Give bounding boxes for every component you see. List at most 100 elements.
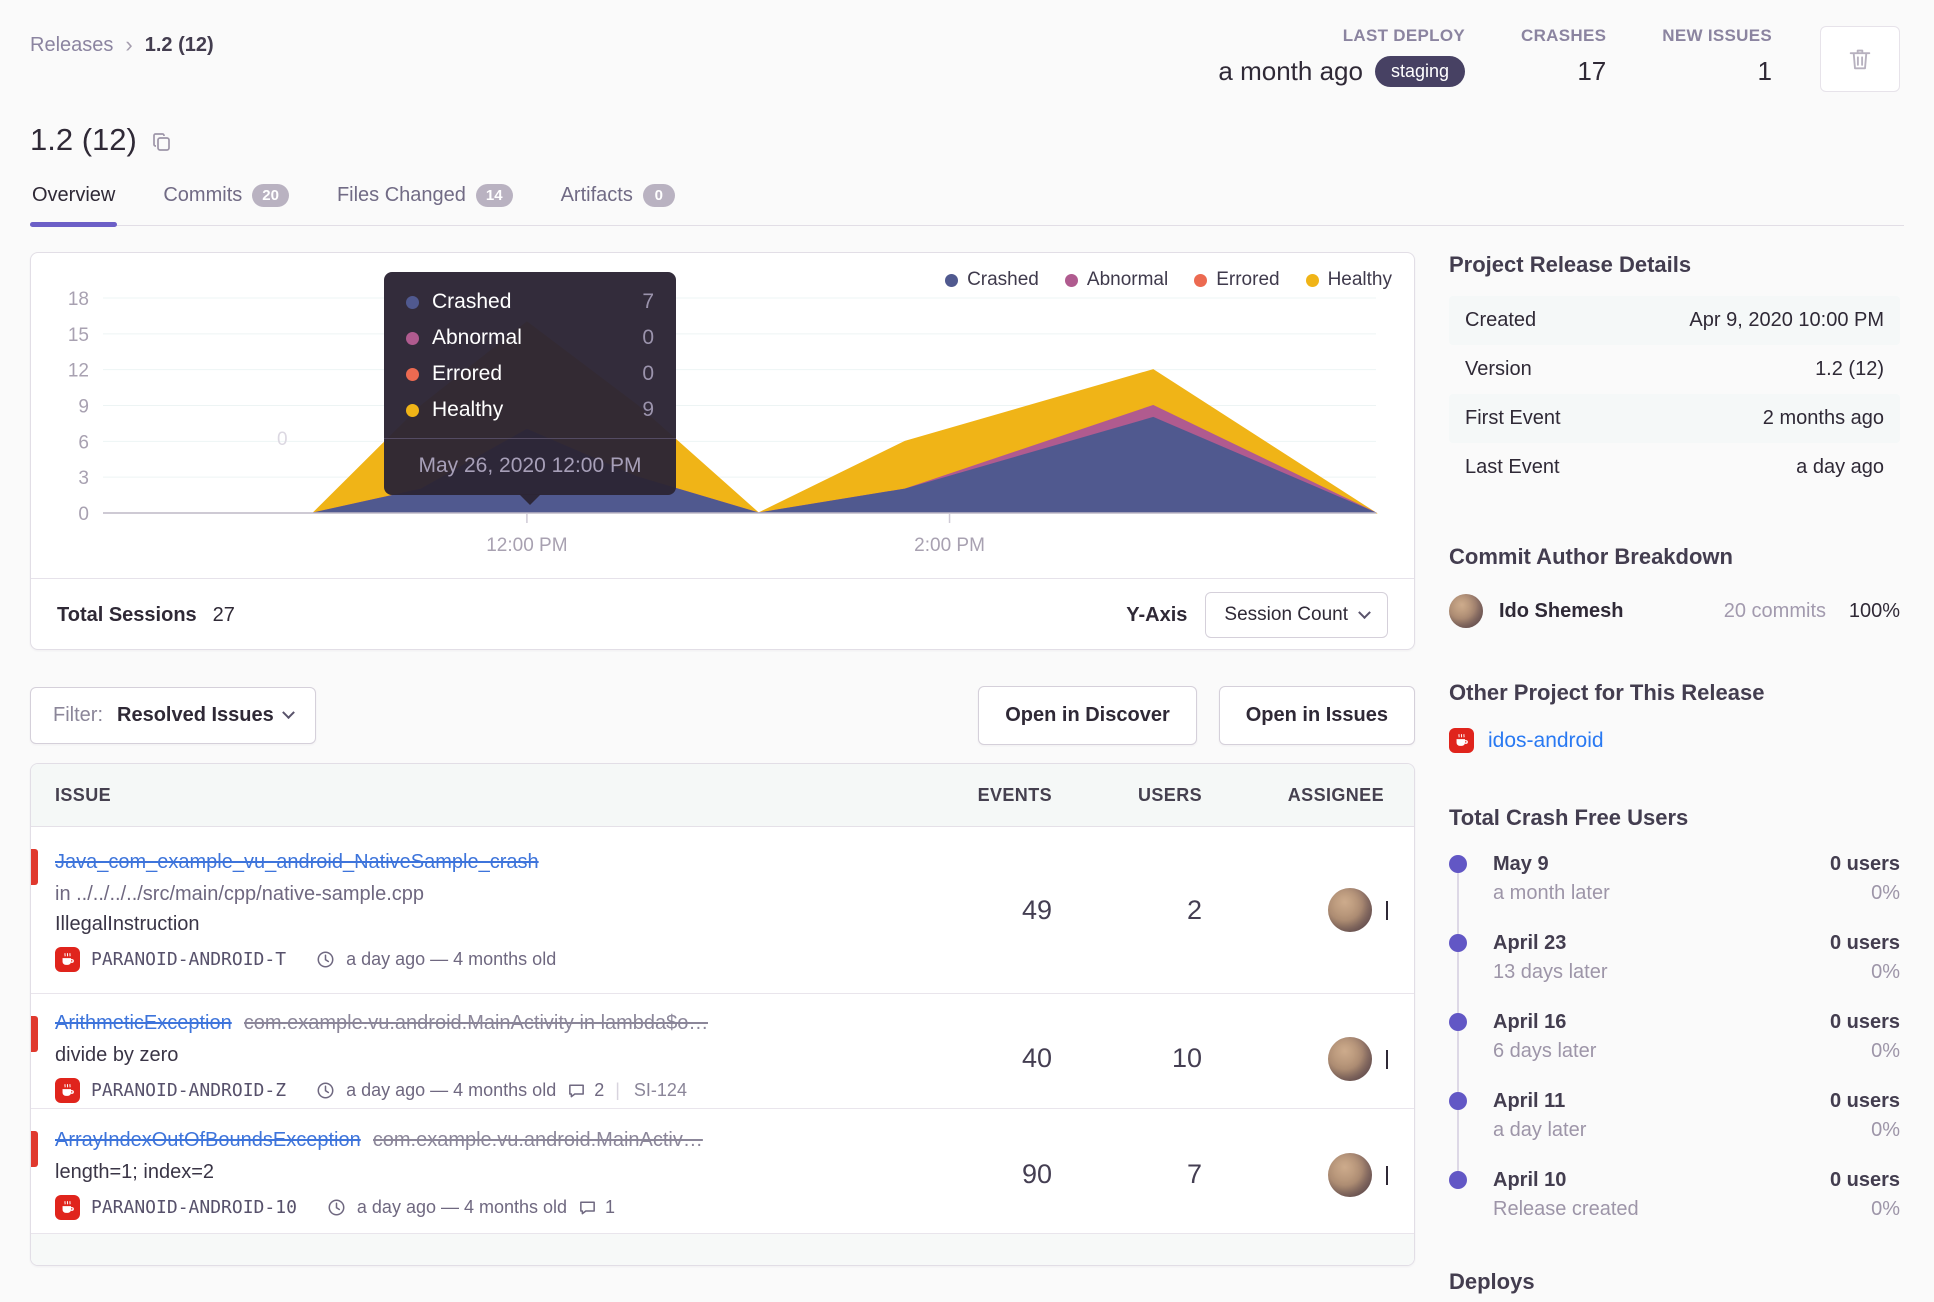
issue-events-count: 40 (1021, 1043, 1052, 1073)
sessions-area-chart[interactable]: 0 3 6 9 12 15 18 12:00 PM 2:00 PM (31, 253, 1414, 578)
other-project-link[interactable]: idos-android (1488, 729, 1604, 753)
y-axis-select[interactable]: Session Count (1205, 592, 1388, 638)
copy-version-button[interactable] (151, 127, 173, 153)
issue-row[interactable]: ArrayIndexOutOfBoundsException com.examp… (31, 1109, 1414, 1234)
sessions-chart-card: Crashed Abnormal Errored Healthy 0 0 3 6 9 1… (30, 252, 1415, 650)
issue-row[interactable]: Java_com_example_vu_android_NativeSample… (31, 827, 1414, 994)
issue-culprit: com.example.vu.android.MainActivity in l… (243, 1012, 709, 1034)
issue-location: in ../../../../src/main/cpp/native-sampl… (55, 882, 425, 905)
breadcrumb: Releases › 1.2 (12) (30, 26, 214, 58)
last-deploy-value: a month ago (1218, 56, 1363, 86)
open-in-discover-button[interactable]: Open in Discover (978, 686, 1197, 745)
legend-abnormal[interactable]: Abnormal (1064, 269, 1168, 291)
svg-text:0: 0 (78, 504, 89, 525)
files-changed-count-badge: 14 (475, 184, 513, 207)
detail-row-created: Created Apr 9, 2020 10:00 PM (1449, 296, 1900, 345)
tab-files-changed[interactable]: Files Changed 14 (335, 184, 515, 225)
tab-artifacts[interactable]: Artifacts 0 (559, 184, 677, 225)
crashes-value: 17 (1577, 56, 1607, 86)
release-overview-page: Releases › 1.2 (12) LAST DEPLOY a month … (0, 0, 1934, 1302)
authors-heading: Commit Author Breakdown (1449, 544, 1733, 569)
new-issues-label: NEW ISSUES (1662, 26, 1772, 45)
assignee-avatar[interactable] (1328, 1152, 1372, 1197)
other-project-heading: Other Project for This Release (1449, 680, 1765, 705)
chevron-right-icon: › (125, 32, 133, 57)
java-project-icon (55, 1195, 80, 1220)
assignee-dropdown[interactable] (1386, 901, 1388, 920)
last-deploy-label: LAST DEPLOY (1342, 26, 1466, 45)
issues-table: ISSUE EVENTS USERS ASSIGNEE Java_com_exa… (30, 763, 1415, 1266)
issue-title-link[interactable]: ArithmeticException (55, 1012, 232, 1035)
timeline-entry: May 9 a month later 0 users 0% (1449, 853, 1900, 917)
stat-crashes: CRASHES 17 (1521, 26, 1606, 87)
abnormal-dot-icon (1064, 273, 1078, 287)
tab-overview[interactable]: Overview (30, 184, 118, 227)
environment-badge[interactable]: staging (1374, 56, 1466, 87)
issues-table-header: ISSUE EVENTS USERS ASSIGNEE (31, 764, 1414, 827)
java-project-icon (55, 946, 80, 972)
legend-healthy[interactable]: Healthy (1305, 269, 1392, 291)
chart-legend: Crashed Abnormal Errored Healthy (945, 269, 1392, 291)
chart-footer: Total Sessions 27 Y-Axis Session Count (31, 578, 1414, 651)
issue-events-count: 49 (1021, 894, 1052, 925)
errored-dot-icon (406, 367, 419, 381)
issue-age: a day ago — 4 months old (346, 1080, 557, 1100)
assignee-avatar[interactable] (1328, 888, 1372, 932)
detail-row-version: Version 1.2 (12) (1465, 358, 1884, 380)
tooltip-date: May 26, 2020 12:00 PM (384, 438, 676, 495)
unhandled-indicator (31, 1016, 38, 1052)
artifacts-count-badge: 0 (642, 184, 675, 207)
page-title: 1.2 (12) (30, 122, 137, 157)
new-issues-value: 1 (1757, 56, 1772, 86)
timeline-dot-icon (1449, 1092, 1467, 1110)
tooltip-row-crashed: Crashed 7 (384, 284, 676, 320)
other-project-row: idos-android (1449, 728, 1900, 753)
total-sessions-label: Total Sessions (57, 603, 197, 626)
commits-count-badge: 20 (252, 184, 289, 207)
issues-filter-dropdown[interactable]: Filter: Resolved Issues (30, 687, 316, 744)
legend-crashed[interactable]: Crashed (945, 269, 1039, 291)
delete-release-button[interactable] (1820, 26, 1900, 92)
copy-icon (152, 133, 170, 151)
timeline-entry: April 23 13 days later 0 users 0% (1449, 932, 1900, 996)
healthy-dot-icon (1305, 273, 1319, 287)
breadcrumb-releases[interactable]: Releases (30, 34, 113, 57)
issue-users-count: 10 (1171, 1043, 1202, 1073)
issue-row[interactable]: ArithmeticException com.example.vu.andro… (31, 994, 1414, 1109)
unhandled-indicator (31, 849, 38, 885)
detail-row-first-event: First Event 2 months ago (1449, 394, 1900, 443)
issue-external-link: | SI-124 (615, 1080, 687, 1100)
column-assignee: ASSIGNEE (1287, 784, 1384, 805)
detail-row-last-event: Last Event a day ago (1465, 456, 1884, 478)
issue-culprit: com.example.vu.android.MainActiv… (372, 1129, 703, 1151)
author-name: Ido Shemesh (1499, 599, 1624, 622)
issue-title-link[interactable]: Java_com_example_vu_android_NativeSample… (55, 851, 539, 874)
chart-tooltip: Crashed 7 Abnormal 0 Errored 0 Healthy 9 May… (384, 272, 676, 505)
tab-commits[interactable]: Commits 20 (161, 184, 291, 225)
open-in-issues-button[interactable]: Open in Issues (1218, 686, 1415, 745)
assignee-dropdown[interactable] (1386, 1165, 1388, 1185)
svg-text:9: 9 (78, 397, 89, 418)
sessions-chart[interactable]: Crashed Abnormal Errored Healthy 0 0 3 6 9 1… (31, 253, 1414, 578)
timeline-dot-icon (1449, 1171, 1467, 1189)
comment-icon (569, 1084, 585, 1098)
chevron-down-icon (1358, 605, 1371, 619)
tabs: Overview Commits 20 Files Changed 14 Artif… (30, 184, 1904, 227)
svg-text:15: 15 (68, 325, 89, 346)
breadcrumb-current: 1.2 (12) (144, 33, 214, 56)
column-users: USERS (1137, 784, 1202, 805)
assignee-avatar[interactable] (1328, 1036, 1372, 1081)
issue-message: length=1; index=2 (55, 1161, 215, 1183)
issue-title-link[interactable]: ArrayIndexOutOfBoundsException (55, 1129, 361, 1152)
issue-message: IllegalInstruction (55, 912, 200, 935)
issue-short-id: PARANOID-ANDROID-T (91, 948, 287, 970)
legend-errored[interactable]: Errored (1194, 269, 1280, 291)
timeline-entry: April 16 6 days later 0 users 0% (1449, 1011, 1900, 1075)
release-details-table: Created Apr 9, 2020 10:00 PM Version 1.2 (… (1449, 296, 1900, 492)
issue-events-count: 90 (1021, 1159, 1052, 1189)
deploys-heading: Deploys (1449, 1269, 1535, 1294)
assignee-dropdown[interactable] (1386, 1049, 1388, 1069)
tooltip-row-abnormal: Abnormal 0 (384, 320, 676, 356)
y-axis-label: Y-Axis (1126, 603, 1188, 626)
issue-short-id: PARANOID-ANDROID-Z (91, 1080, 287, 1101)
